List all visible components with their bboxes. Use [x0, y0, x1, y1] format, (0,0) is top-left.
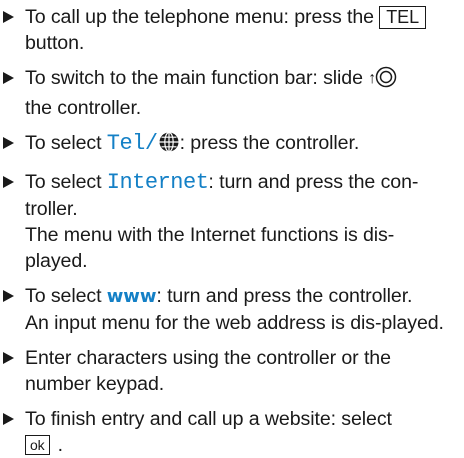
- menu-item-www: www: [106, 286, 157, 307]
- step-enter-characters: Enter characters using the controller or…: [0, 345, 456, 397]
- globe-icon: [158, 131, 180, 160]
- tel-key-label: TEL: [379, 6, 426, 29]
- step-text: To select: [25, 285, 107, 307]
- bullet-arrow-icon: [3, 176, 14, 188]
- step-tel-button: To call up the telephone menu: press the…: [0, 4, 456, 56]
- step-text: : turn and press the controller.: [156, 285, 413, 307]
- bullet-arrow-icon: [3, 290, 14, 302]
- step-text: To select: [25, 171, 107, 193]
- step-select-internet: To select Internet: turn and press the c…: [0, 169, 456, 274]
- step-text: To select: [25, 132, 107, 154]
- menu-item-internet: Internet: [106, 170, 209, 195]
- step-main-function-bar: To switch to the main function bar: slid…: [0, 65, 456, 121]
- step-result: An input menu for the web address is dis…: [25, 312, 444, 334]
- step-result: The menu with the Internet functions is …: [25, 224, 395, 272]
- instruction-page: To call up the telephone menu: press the…: [0, 0, 464, 456]
- bullet-arrow-icon: [3, 137, 14, 149]
- step-select-tel-internet: To select Tel/ : press the controller.: [0, 130, 456, 160]
- step-text: To call up the telephone menu: press the: [25, 6, 380, 28]
- bullet-arrow-icon: [3, 72, 14, 84]
- step-text: button.: [25, 32, 85, 54]
- step-finish-entry: To finish entry and call up a website: s…: [0, 406, 456, 458]
- menu-item-tel: Tel/: [106, 131, 158, 156]
- ok-key-label: ok: [25, 435, 50, 455]
- step-text: the controller.: [25, 97, 142, 119]
- step-text: To finish entry and call up a website: s…: [25, 408, 392, 430]
- bullet-arrow-icon: [3, 11, 14, 23]
- step-select-www: To select www: turn and press the contro…: [0, 283, 456, 336]
- step-text: Enter characters using the controller or…: [25, 347, 391, 395]
- step-text: To switch to the main function bar: slid…: [25, 67, 369, 89]
- step-text: : press the controller.: [179, 132, 360, 154]
- controller-icon: [375, 66, 397, 95]
- step-text: .: [57, 434, 63, 456]
- bullet-arrow-icon: [3, 413, 14, 425]
- bullet-arrow-icon: [3, 352, 14, 364]
